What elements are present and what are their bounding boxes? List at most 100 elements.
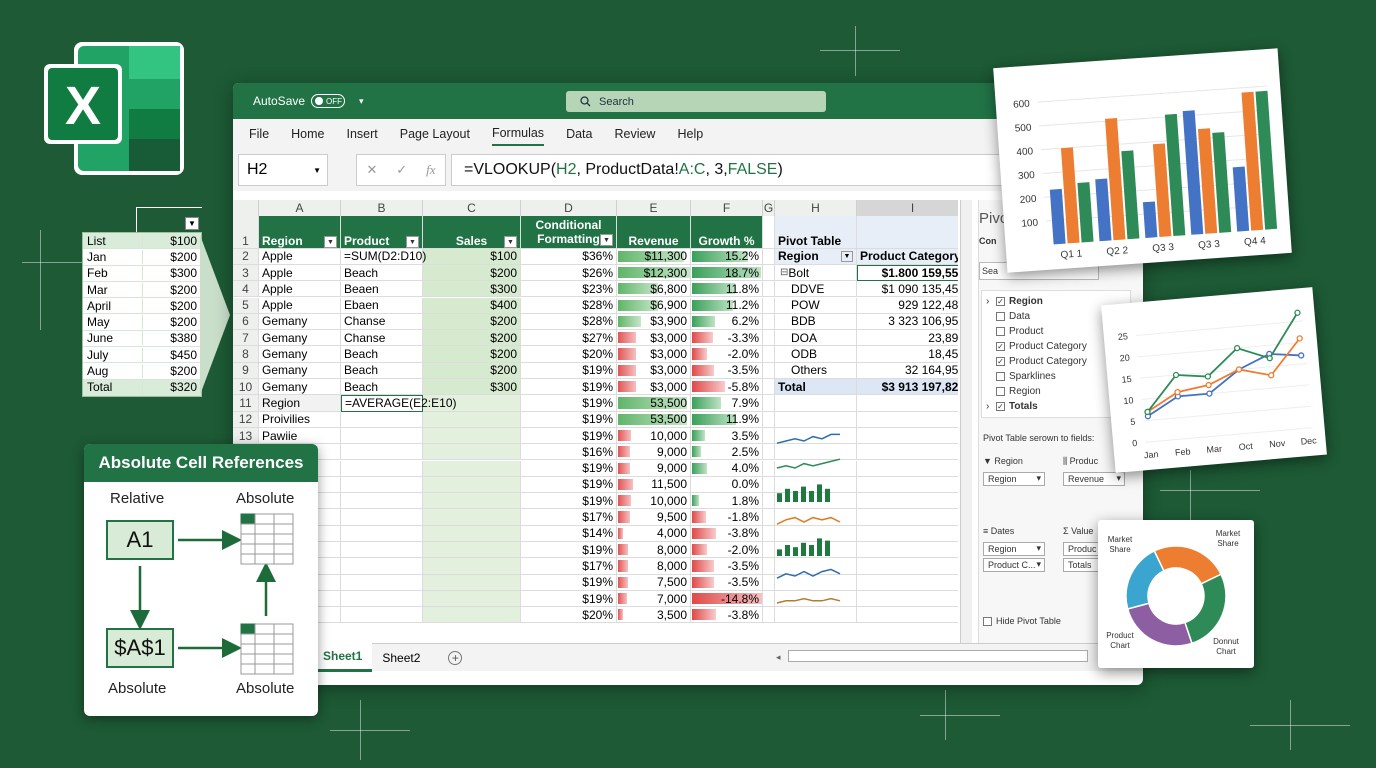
checkbox[interactable]: ✓: [996, 297, 1005, 306]
cell-sales[interactable]: [423, 607, 521, 624]
cell-conditional[interactable]: $19%: [521, 493, 617, 510]
row-number[interactable]: 11: [233, 395, 259, 412]
field-select[interactable]: Region ▾: [983, 542, 1045, 556]
menu-tab-file[interactable]: File: [249, 123, 269, 145]
cell-product[interactable]: [341, 411, 423, 428]
enter-check-icon[interactable]: ✓: [396, 162, 407, 178]
cell-conditional[interactable]: $19%: [521, 379, 617, 396]
column-g-cell[interactable]: [763, 264, 775, 282]
cell-growth[interactable]: 6.2%: [691, 313, 763, 331]
pivot-value[interactable]: 23,892: [857, 330, 958, 347]
cell-product[interactable]: [341, 558, 423, 575]
cell-sales[interactable]: [423, 427, 521, 445]
cell-sales[interactable]: [423, 493, 521, 510]
cell-growth[interactable]: -3.5%: [691, 574, 763, 591]
row-number[interactable]: 8: [233, 346, 259, 363]
cell-sales[interactable]: $200: [423, 264, 521, 282]
cell-sales[interactable]: [423, 444, 521, 461]
cell-conditional[interactable]: $14%: [521, 525, 617, 542]
checkbox[interactable]: [996, 312, 1005, 321]
cell-conditional[interactable]: $17%: [521, 509, 617, 526]
cell-sales[interactable]: $100: [423, 248, 521, 265]
cell-sales[interactable]: $200: [423, 313, 521, 331]
cell-sales[interactable]: $200: [423, 330, 521, 347]
cell-growth[interactable]: -3.8%: [691, 525, 763, 542]
blank-cell[interactable]: [857, 444, 958, 461]
hide-pivot-option[interactable]: Hide Pivot Table: [983, 616, 1061, 627]
cell-product[interactable]: =AVERAGE(E2:E10): [341, 395, 457, 412]
header-growth[interactable]: Growth %: [691, 216, 763, 249]
checkbox[interactable]: [996, 387, 1005, 396]
quick-access-chevron-icon[interactable]: ▾: [359, 96, 364, 107]
cell-revenue[interactable]: $12,300: [617, 264, 691, 282]
cell-revenue[interactable]: 9,000: [617, 444, 691, 461]
cell-revenue[interactable]: 10,000: [617, 427, 691, 445]
cell-sales[interactable]: $400: [423, 297, 521, 314]
cell-growth[interactable]: -3.5%: [691, 362, 763, 379]
column-g-cell[interactable]: [763, 395, 775, 412]
cell-sales[interactable]: $300: [423, 379, 521, 396]
pivot-value[interactable]: $1 090 135,452: [857, 281, 958, 298]
cell-product[interactable]: [341, 460, 423, 477]
menu-tab-help[interactable]: Help: [677, 123, 703, 145]
cell-region[interactable]: Pawiie: [259, 427, 341, 445]
column-g-cell[interactable]: [763, 330, 775, 347]
cell-sales[interactable]: [423, 574, 521, 591]
expand-icon[interactable]: ›: [986, 401, 989, 412]
cell-product[interactable]: [341, 525, 423, 542]
cell-product[interactable]: [341, 427, 423, 445]
filter-dropdown-icon[interactable]: ▼: [185, 217, 199, 230]
column-g-cell[interactable]: [763, 362, 775, 379]
column-header-H[interactable]: H: [775, 200, 857, 216]
cell-sales[interactable]: [423, 558, 521, 575]
column-g-cell[interactable]: [763, 216, 775, 249]
cell-revenue[interactable]: 11,500: [617, 476, 691, 494]
cell-sales[interactable]: [423, 476, 521, 494]
corner-cell[interactable]: [233, 200, 259, 216]
cell-revenue[interactable]: 7,000: [617, 590, 691, 608]
blank-cell[interactable]: [775, 411, 857, 428]
pivot-title-cell[interactable]: Pivot Table: [775, 216, 857, 249]
cell-product[interactable]: Beach: [341, 346, 423, 363]
cell-sales[interactable]: [423, 525, 521, 542]
blank-cell[interactable]: [775, 395, 857, 412]
cell-region[interactable]: Region: [259, 395, 341, 412]
pivot-label[interactable]: Total: [775, 379, 857, 396]
blank-cell[interactable]: [857, 558, 958, 575]
field-select[interactable]: Product C... ▾: [983, 558, 1045, 572]
cell-revenue[interactable]: 8,000: [617, 542, 691, 559]
cell-conditional[interactable]: $17%: [521, 558, 617, 575]
cell-growth[interactable]: 11.2%: [691, 297, 763, 314]
header-revenue[interactable]: Revenue: [617, 216, 691, 249]
cell-region[interactable]: Apple: [259, 248, 341, 265]
cell-product[interactable]: Ebaen: [341, 297, 423, 314]
cell-sales[interactable]: [423, 509, 521, 526]
blank-cell[interactable]: [857, 493, 958, 510]
menu-tab-data[interactable]: Data: [566, 123, 592, 145]
column-g-cell[interactable]: [763, 297, 775, 314]
pivot-label[interactable]: BDB: [775, 313, 857, 331]
column-header-F[interactable]: F: [691, 200, 763, 216]
cell-revenue[interactable]: $6,900: [617, 297, 691, 314]
filter-dropdown-icon[interactable]: ▼: [841, 250, 853, 262]
search-box[interactable]: Search: [566, 91, 826, 112]
cell-region[interactable]: Gemany: [259, 362, 341, 379]
blank-cell[interactable]: [857, 477, 958, 494]
header-conditional-formatting[interactable]: Conditional Formatting ▼: [521, 216, 617, 249]
blank-cell[interactable]: [857, 591, 958, 608]
blank-cell[interactable]: [857, 509, 958, 526]
cell-product[interactable]: Beaen: [341, 281, 423, 298]
expand-icon[interactable]: ›: [986, 296, 989, 307]
cell-conditional[interactable]: $19%: [521, 542, 617, 559]
blank-cell[interactable]: [857, 412, 958, 428]
column-g-cell[interactable]: [763, 411, 775, 428]
scroll-left-icon[interactable]: ◂: [776, 652, 781, 663]
blank-cell[interactable]: [857, 575, 958, 591]
cell-sales[interactable]: [423, 460, 521, 477]
cell-growth[interactable]: 0.0%: [691, 476, 763, 494]
cell-conditional[interactable]: $19%: [521, 574, 617, 591]
cell-product[interactable]: Beach: [341, 362, 423, 379]
blank-cell[interactable]: [857, 395, 958, 412]
cell-growth[interactable]: 15.2%: [691, 248, 763, 265]
cell-region[interactable]: Gemany: [259, 379, 341, 396]
